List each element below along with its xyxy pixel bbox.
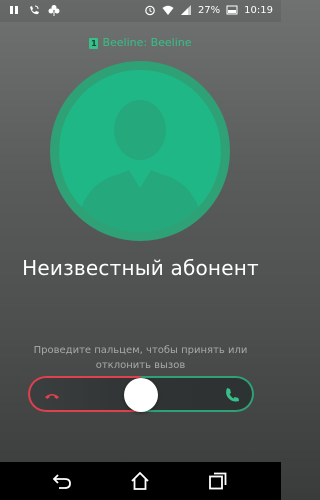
status-bar: 27% 10:19: [0, 0, 281, 22]
carrier-label: 1 Beeline: Beeline: [0, 36, 281, 49]
back-icon[interactable]: [51, 470, 73, 492]
sim-slot-badge: 1: [89, 37, 99, 49]
avatar-background: [59, 70, 221, 232]
clock: 10:19: [244, 4, 273, 16]
caller-avatar: [50, 61, 230, 241]
carrier-name: Beeline: Beeline: [102, 36, 192, 49]
recents-icon[interactable]: [207, 470, 229, 492]
home-icon[interactable]: [129, 470, 151, 492]
clover-icon: [48, 5, 60, 16]
wifi-icon: [162, 5, 174, 15]
battery-icon: [226, 5, 238, 15]
status-bar-left: [8, 4, 60, 16]
swipe-hint: Проведите пальцем, чтобы принять или отк…: [33, 345, 248, 371]
alarm-icon: [145, 5, 155, 16]
caller-name: Неизвестный абонент: [22, 256, 259, 280]
slider-knob[interactable]: [124, 378, 158, 412]
answer-slider[interactable]: [28, 376, 254, 412]
person-silhouette-icon: [77, 100, 203, 232]
navigation-bar: [0, 462, 281, 500]
battery-percent: 27%: [197, 4, 221, 16]
status-bar-right: 27% 10:19: [144, 4, 273, 16]
decline-phone-icon: [45, 394, 59, 399]
accept-phone-icon: [226, 388, 239, 402]
phone-wifi-icon: [30, 5, 39, 15]
signal-icon: [180, 5, 191, 15]
pause-icon: [10, 6, 18, 14]
